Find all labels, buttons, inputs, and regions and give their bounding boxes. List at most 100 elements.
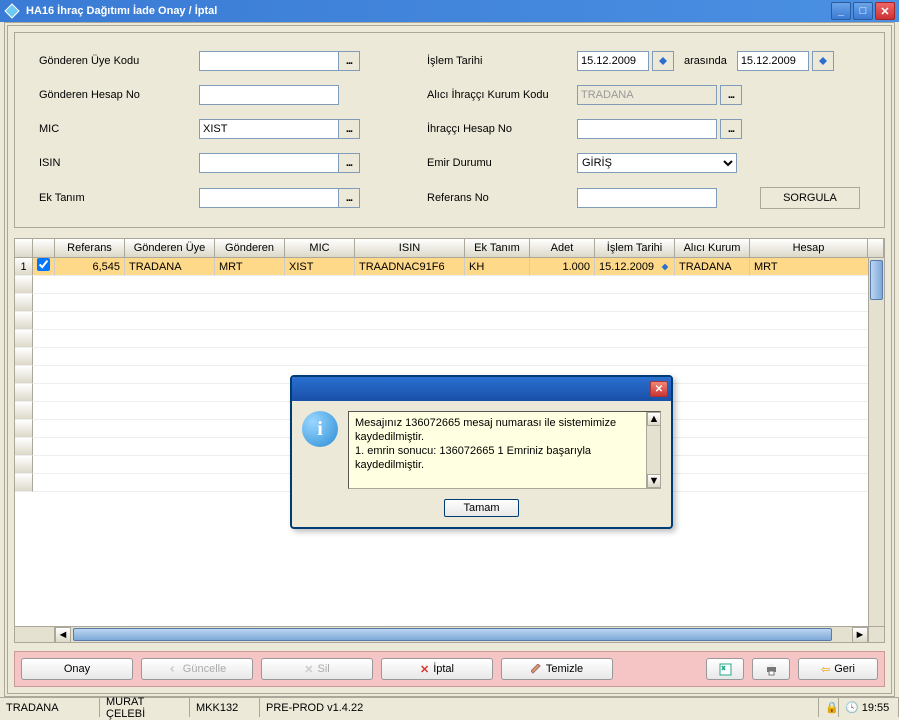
referans-no-input[interactable] <box>577 188 717 208</box>
islem-tarihi-to-cal-button[interactable] <box>812 51 834 71</box>
arasinda-label: arasında <box>684 55 727 67</box>
dialog-titlebar: ✕ <box>292 377 671 401</box>
close-button[interactable]: ✕ <box>875 2 895 20</box>
window-title: HA16 İhraç Dağıtımı İade Onay / İptal <box>26 5 831 17</box>
gonderen-uye-kodu-label: Gönderen Üye Kodu <box>39 55 199 67</box>
x-icon: ✕ <box>420 663 429 676</box>
ihr-hesap-no-lookup-button[interactable]: ... <box>720 119 742 139</box>
action-bar: Onay Güncelle ✕Sil ✕İptal Temizle ⇦Geri <box>14 651 885 687</box>
row-checkbox[interactable] <box>37 258 50 271</box>
cell-mic: XIST <box>285 258 355 276</box>
ek-tanim-input[interactable] <box>199 188 339 208</box>
scroll-up-button[interactable]: ▲ <box>647 412 661 426</box>
scroll-down-button[interactable]: ▼ <box>647 474 661 488</box>
alici-kurum-lookup-button[interactable]: ... <box>720 85 742 105</box>
dialog-close-button[interactable]: ✕ <box>650 381 668 397</box>
col-ek[interactable]: Ek Tanım <box>465 239 530 257</box>
mic-input[interactable] <box>199 119 339 139</box>
maximize-button[interactable]: □ <box>853 2 873 20</box>
isin-label: ISIN <box>39 157 199 169</box>
scroll-right-button[interactable]: ► <box>852 627 868 643</box>
table-row[interactable]: 1 6,545 TRADANA MRT XIST TRAADNAC91F6 KH… <box>15 258 884 276</box>
row-check-cell[interactable] <box>33 258 55 276</box>
col-gonderen[interactable]: Gönderen <box>215 239 285 257</box>
sil-button: ✕Sil <box>261 658 373 680</box>
ihr-hesap-no-input[interactable] <box>577 119 717 139</box>
col-hesap[interactable]: Hesap <box>750 239 868 257</box>
alici-kurum-label: Alıcı İhraççı Kurum Kodu <box>427 89 577 101</box>
printer-icon <box>765 663 778 676</box>
islem-tarihi-to-input[interactable] <box>737 51 809 71</box>
temizle-button[interactable]: Temizle <box>501 658 613 680</box>
gonderen-hesap-no-input[interactable] <box>199 85 339 105</box>
excel-button[interactable] <box>706 658 744 680</box>
ek-tanim-label: Ek Tanım <box>39 192 199 204</box>
referans-no-label: Referans No <box>427 192 577 204</box>
dialog-ok-button[interactable]: Tamam <box>444 499 518 517</box>
col-tarih[interactable]: İşlem Tarihi <box>595 239 675 257</box>
status-time: 🕓19:55 <box>839 698 899 717</box>
status-version: PRE-PROD v1.4.22 <box>260 698 819 717</box>
cell-ek: KH <box>465 258 530 276</box>
cell-gonderen: MRT <box>215 258 285 276</box>
dialog-message-box: Mesajınız 136072665 mesaj numarası ile s… <box>348 411 661 489</box>
emir-durumu-select[interactable]: GİRİŞ <box>577 153 737 173</box>
row-number-cell: 1 <box>15 258 33 276</box>
mic-lookup-button[interactable]: ... <box>338 119 360 139</box>
mic-label: MIC <box>39 123 199 135</box>
col-mic[interactable]: MIC <box>285 239 355 257</box>
calendar-icon <box>660 262 670 272</box>
ihr-hesap-no-label: İhraççı Hesap No <box>427 123 577 135</box>
emir-durumu-label: Emir Durumu <box>427 157 577 169</box>
islem-tarihi-label: İşlem Tarihi <box>427 55 577 67</box>
iptal-button[interactable]: ✕İptal <box>381 658 493 680</box>
cell-tarih: 15.12.2009 <box>595 258 675 276</box>
status-name: MURAT ÇELEBİ <box>100 698 190 717</box>
gonderen-hesap-no-label: Gönderen Hesap No <box>39 89 199 101</box>
gonderen-uye-kodu-lookup-button[interactable]: ... <box>338 51 360 71</box>
main-panel: Gönderen Üye Kodu ... İşlem Tarihi arası… <box>4 22 895 697</box>
islem-tarihi-from-cal-button[interactable] <box>652 51 674 71</box>
alici-kurum-input <box>577 85 717 105</box>
grid-header-row: Referans Gönderen Üye Gönderen MIC ISIN … <box>15 239 884 258</box>
col-rownum <box>15 239 33 257</box>
col-gonderen-uye[interactable]: Gönderen Üye <box>125 239 215 257</box>
cell-isin: TRAADNAC91F6 <box>355 258 465 276</box>
guncelle-button: Güncelle <box>141 658 253 680</box>
hand-icon <box>168 664 179 675</box>
dialog-scrollbar[interactable]: ▲ ▼ <box>646 412 660 488</box>
cell-gonderen-uye: TRADANA <box>125 258 215 276</box>
col-isin[interactable]: ISIN <box>355 239 465 257</box>
sorgula-button[interactable]: SORGULA <box>760 187 860 209</box>
col-check <box>33 239 55 257</box>
print-button[interactable] <box>752 658 790 680</box>
broom-icon <box>531 664 542 675</box>
col-alici[interactable]: Alıcı Kurum <box>675 239 750 257</box>
app-icon <box>4 3 20 19</box>
gonderen-uye-kodu-input[interactable] <box>199 51 339 71</box>
islem-tarihi-from-input[interactable] <box>577 51 649 71</box>
lock-icon: 🔒 <box>819 698 839 717</box>
minimize-button[interactable]: _ <box>831 2 851 20</box>
ek-tanim-lookup-button[interactable]: ... <box>338 188 360 208</box>
geri-button[interactable]: ⇦Geri <box>798 658 878 680</box>
statusbar: TRADANA MURAT ÇELEBİ MKK132 PRE-PROD v1.… <box>0 697 899 717</box>
titlebar: HA16 İhraç Dağıtımı İade Onay / İptal _ … <box>0 0 899 22</box>
isin-input[interactable] <box>199 153 339 173</box>
onay-button[interactable]: Onay <box>21 658 133 680</box>
isin-lookup-button[interactable]: ... <box>338 153 360 173</box>
cell-alici: TRADANA <box>675 258 750 276</box>
scroll-left-button[interactable]: ◄ <box>55 627 71 643</box>
back-icon: ⇦ <box>821 663 830 676</box>
col-adet[interactable]: Adet <box>530 239 595 257</box>
cell-adet: 1.000 <box>530 258 595 276</box>
clock-icon: 🕓 <box>845 701 859 714</box>
status-code: MKK132 <box>190 698 260 717</box>
grid-vertical-scrollbar[interactable] <box>868 258 884 626</box>
col-scroll-gap <box>868 239 884 257</box>
x-icon: ✕ <box>304 663 313 676</box>
info-dialog: ✕ i Mesajınız 136072665 mesaj numarası i… <box>290 375 673 529</box>
col-referans[interactable]: Referans <box>55 239 125 257</box>
grid-horizontal-scrollbar[interactable]: ◄ ► <box>15 626 884 642</box>
filter-form: Gönderen Üye Kodu ... İşlem Tarihi arası… <box>14 32 885 228</box>
